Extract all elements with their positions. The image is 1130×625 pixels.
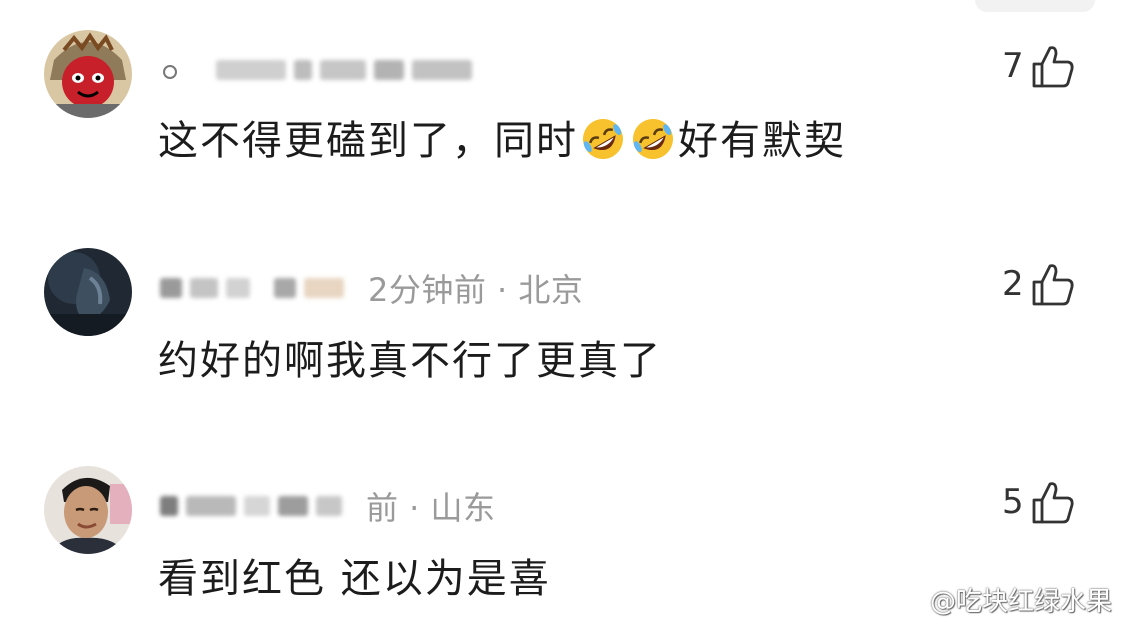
thumbs-up-icon: [1032, 46, 1074, 88]
username-redacted[interactable]: [216, 60, 472, 80]
like-button[interactable]: 7: [1002, 38, 1076, 94]
like-button[interactable]: 5: [1002, 474, 1076, 530]
like-button[interactable]: 2: [1002, 256, 1076, 312]
thumbs-up-icon: [1032, 482, 1074, 524]
comment-text: 看到红色 还以为是喜: [158, 556, 551, 602]
comment-meta-text: 前 · 山东: [366, 489, 496, 527]
rofl-emoji-icon: [633, 119, 673, 159]
comment-meta: [160, 48, 496, 92]
avatar[interactable]: [44, 30, 132, 118]
weibo-icon: [901, 590, 924, 609]
watermark-text: @吃块红绿水果: [930, 586, 1113, 617]
comment-meta: 前 · 山东: [160, 484, 496, 528]
comment-meta-text: 2分钟前 · 北京: [368, 271, 584, 309]
top-pill: [975, 0, 1095, 12]
comment-meta: 2分钟前 · 北京: [160, 266, 583, 310]
comment-list-screen: 这不得更磕到了，同时 好有默契 7 2分钟前 · 北京 约好的啊我真不行了更真了…: [0, 0, 1130, 625]
like-count: 7: [1002, 46, 1024, 86]
comment-text-part: 这不得更磕到了，同时: [158, 118, 578, 164]
username-mark-icon: [163, 65, 177, 79]
username-redacted[interactable]: [160, 496, 342, 516]
rofl-emoji-icon: [583, 119, 623, 159]
comment-item-1: 这不得更磕到了，同时 好有默契 7: [0, 30, 1130, 190]
like-count: 5: [1002, 482, 1024, 522]
username-redacted[interactable]: [160, 278, 344, 298]
comment-text: 这不得更磕到了，同时 好有默契: [158, 108, 846, 166]
comment-text-part: 好有默契: [678, 118, 846, 164]
thumbs-up-icon: [1032, 264, 1074, 306]
comment-text: 约好的啊我真不行了更真了: [158, 338, 662, 384]
avatar[interactable]: [44, 466, 132, 554]
avatar[interactable]: [44, 248, 132, 336]
watermark: @吃块红绿水果: [900, 582, 1113, 617]
like-count: 2: [1002, 264, 1024, 304]
comment-item-2: 2分钟前 · 北京 约好的啊我真不行了更真了 2: [0, 248, 1130, 388]
